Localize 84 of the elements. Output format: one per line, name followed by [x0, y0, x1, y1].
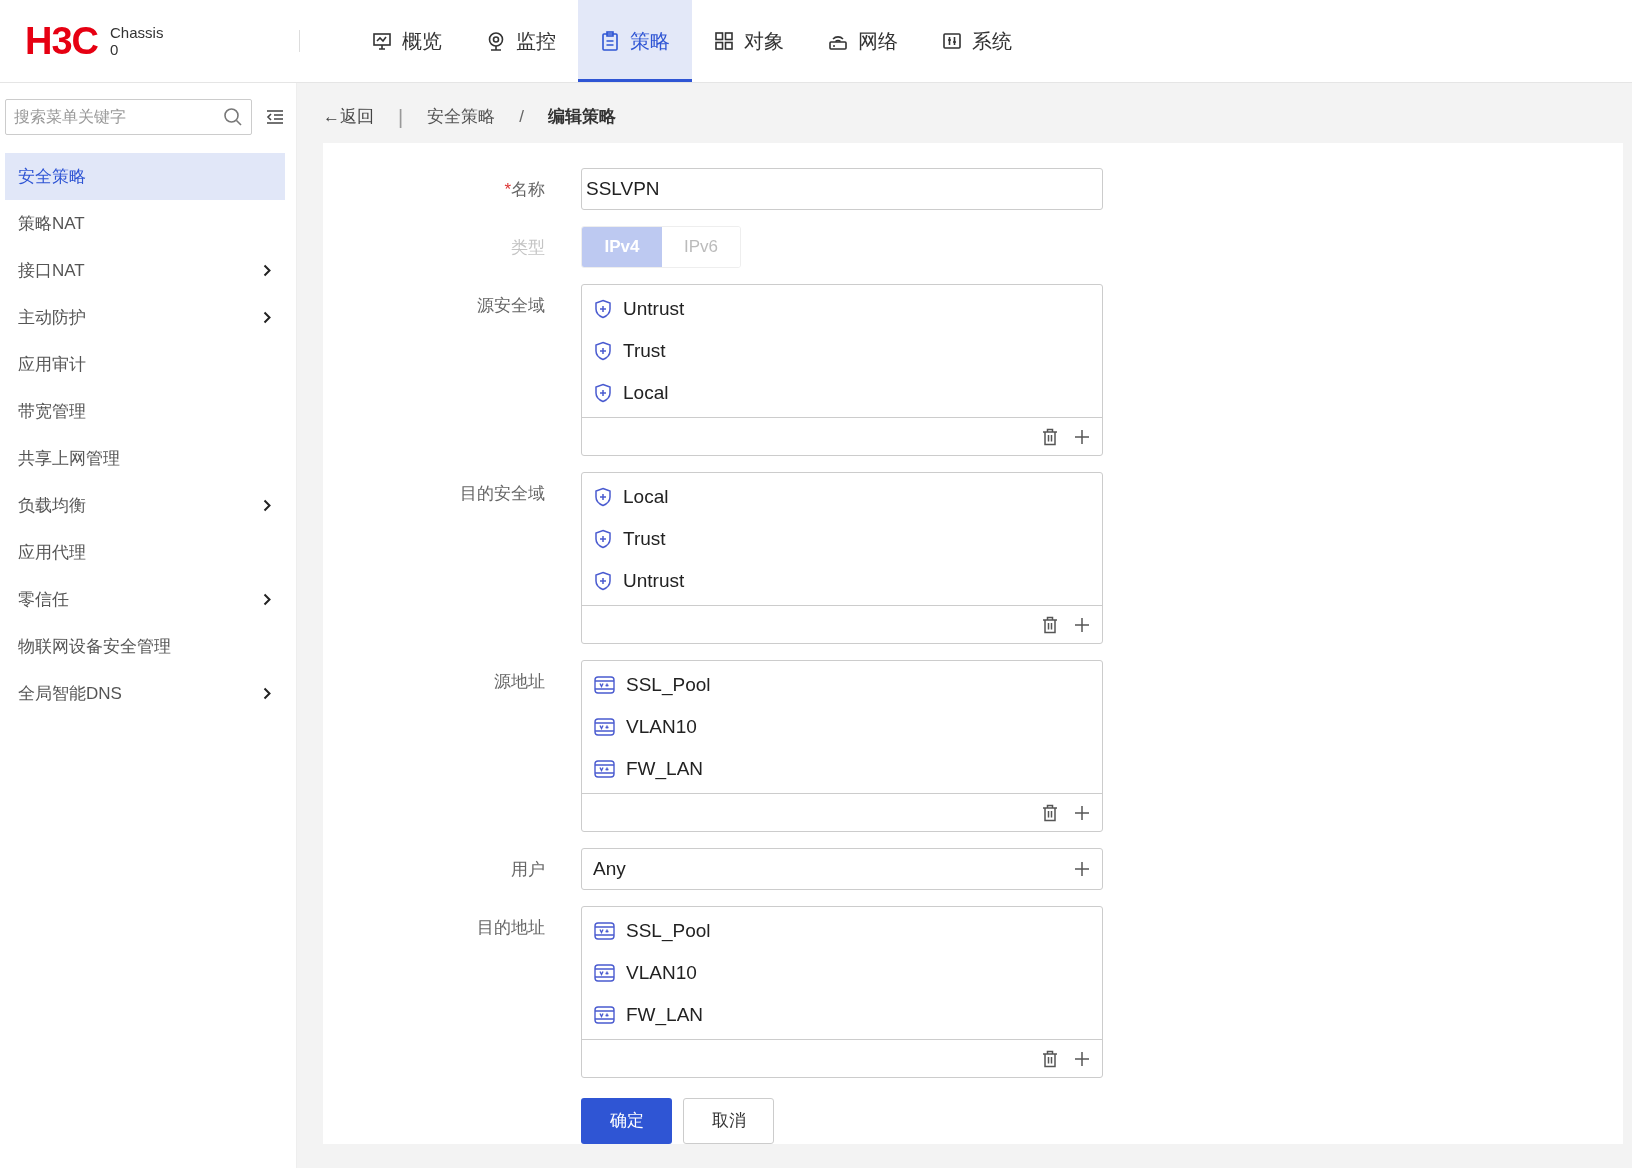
collapse-menu-icon[interactable]	[266, 109, 284, 125]
name-input[interactable]: SSLVPN	[581, 168, 1103, 210]
shield-icon	[594, 383, 612, 403]
shield-icon	[594, 341, 612, 361]
user-field[interactable]: Any	[581, 848, 1103, 890]
list-item[interactable]: Trust	[582, 330, 1102, 372]
field-label: 类型	[510, 237, 545, 259]
sidebar-item[interactable]: 零信任	[5, 576, 285, 623]
sidebar-item[interactable]: 应用代理	[5, 529, 285, 576]
shield-icon	[594, 487, 612, 507]
field-label: 用户	[510, 859, 545, 881]
list-item[interactable]: VLAN10	[582, 706, 1102, 748]
list-item[interactable]: FW_LAN	[582, 748, 1102, 790]
field-label: 目的安全域	[459, 483, 545, 505]
search-input[interactable]: 搜索菜单关键字	[14, 105, 223, 129]
nav-tab[interactable]: 监控	[464, 0, 578, 82]
back-link[interactable]: ←返回	[323, 104, 374, 130]
sidebar-item[interactable]: 主动防护	[5, 294, 285, 341]
breadcrumb-item[interactable]: 安全策略	[427, 104, 496, 130]
breadcrumb-item: 编辑策略	[547, 106, 616, 129]
address-object-icon	[594, 760, 615, 778]
delete-icon[interactable]	[1042, 427, 1058, 446]
list-item[interactable]: Local	[582, 476, 1102, 518]
list-item[interactable]: Untrust	[582, 288, 1102, 330]
nav-tab[interactable]: 网络	[806, 0, 920, 82]
brand-logo: H3C	[25, 18, 99, 64]
breadcrumb-separator: |	[398, 105, 404, 130]
sidebar-item[interactable]: 应用审计	[5, 341, 285, 388]
shield-icon	[594, 529, 612, 549]
add-icon[interactable]	[1074, 616, 1090, 633]
add-icon[interactable]	[1074, 1050, 1090, 1067]
field-label: 源安全域	[476, 295, 545, 317]
chevron-right-icon	[263, 311, 271, 324]
add-icon[interactable]	[1074, 804, 1090, 821]
search-field[interactable]: 搜索菜单关键字	[5, 99, 252, 135]
clipboard-icon	[600, 31, 620, 51]
confirm-button[interactable]: 确定	[581, 1098, 672, 1144]
field-label: *名称	[503, 179, 545, 201]
chevron-right-icon	[263, 593, 271, 606]
add-icon[interactable]	[1074, 428, 1090, 445]
shield-icon	[594, 299, 612, 319]
sidebar-item[interactable]: 共享上网管理	[5, 435, 285, 482]
delete-icon[interactable]	[1042, 615, 1058, 634]
nav-tab[interactable]: 对象	[692, 0, 806, 82]
sidebar-item[interactable]: 全局智能DNS	[5, 670, 285, 717]
list-item[interactable]: Trust	[582, 518, 1102, 560]
address-object-icon	[594, 718, 615, 736]
sidebar-item[interactable]: 物联网设备安全管理	[5, 623, 285, 670]
grid-icon	[714, 31, 734, 51]
chevron-right-icon	[263, 264, 271, 277]
sidebar-item[interactable]: 策略NAT	[5, 200, 285, 247]
field-label: 源地址	[493, 671, 545, 693]
delete-icon[interactable]	[1042, 803, 1058, 822]
nav-tab[interactable]: 系统	[920, 0, 1034, 82]
chevron-right-icon	[263, 499, 271, 512]
address-object-icon	[594, 964, 615, 982]
nav-tab[interactable]: 策略	[578, 0, 692, 82]
list-item[interactable]: Untrust	[582, 560, 1102, 602]
address-object-icon	[594, 676, 615, 694]
list-item[interactable]: Local	[582, 372, 1102, 414]
webcam-icon	[486, 31, 506, 51]
chevron-right-icon	[263, 687, 271, 700]
device-label: Chassis	[110, 24, 164, 41]
address-object-icon	[594, 1006, 615, 1024]
sidebar-item[interactable]: 负载均衡	[5, 482, 285, 529]
sidebar-item[interactable]: 带宽管理	[5, 388, 285, 435]
field-label: 目的地址	[476, 917, 545, 939]
address-object-icon	[594, 922, 615, 940]
list-item[interactable]: VLAN10	[582, 952, 1102, 994]
add-icon[interactable]	[1074, 861, 1090, 877]
search-icon	[223, 107, 243, 127]
list-item[interactable]: SSL_Pool	[582, 910, 1102, 952]
list-item[interactable]: SSL_Pool	[582, 664, 1102, 706]
delete-icon[interactable]	[1042, 1049, 1058, 1068]
sidebar-item[interactable]: 接口NAT	[5, 247, 285, 294]
shield-icon	[594, 571, 612, 591]
device-number: 0	[110, 41, 120, 58]
cancel-button[interactable]: 取消	[683, 1098, 774, 1144]
sliders-icon	[942, 31, 962, 51]
nav-tab[interactable]: 概览	[350, 0, 464, 82]
list-item[interactable]: FW_LAN	[582, 994, 1102, 1036]
sidebar-item[interactable]: 安全策略	[5, 153, 285, 200]
breadcrumb-divider: /	[519, 106, 524, 129]
monitor-icon	[372, 31, 392, 51]
